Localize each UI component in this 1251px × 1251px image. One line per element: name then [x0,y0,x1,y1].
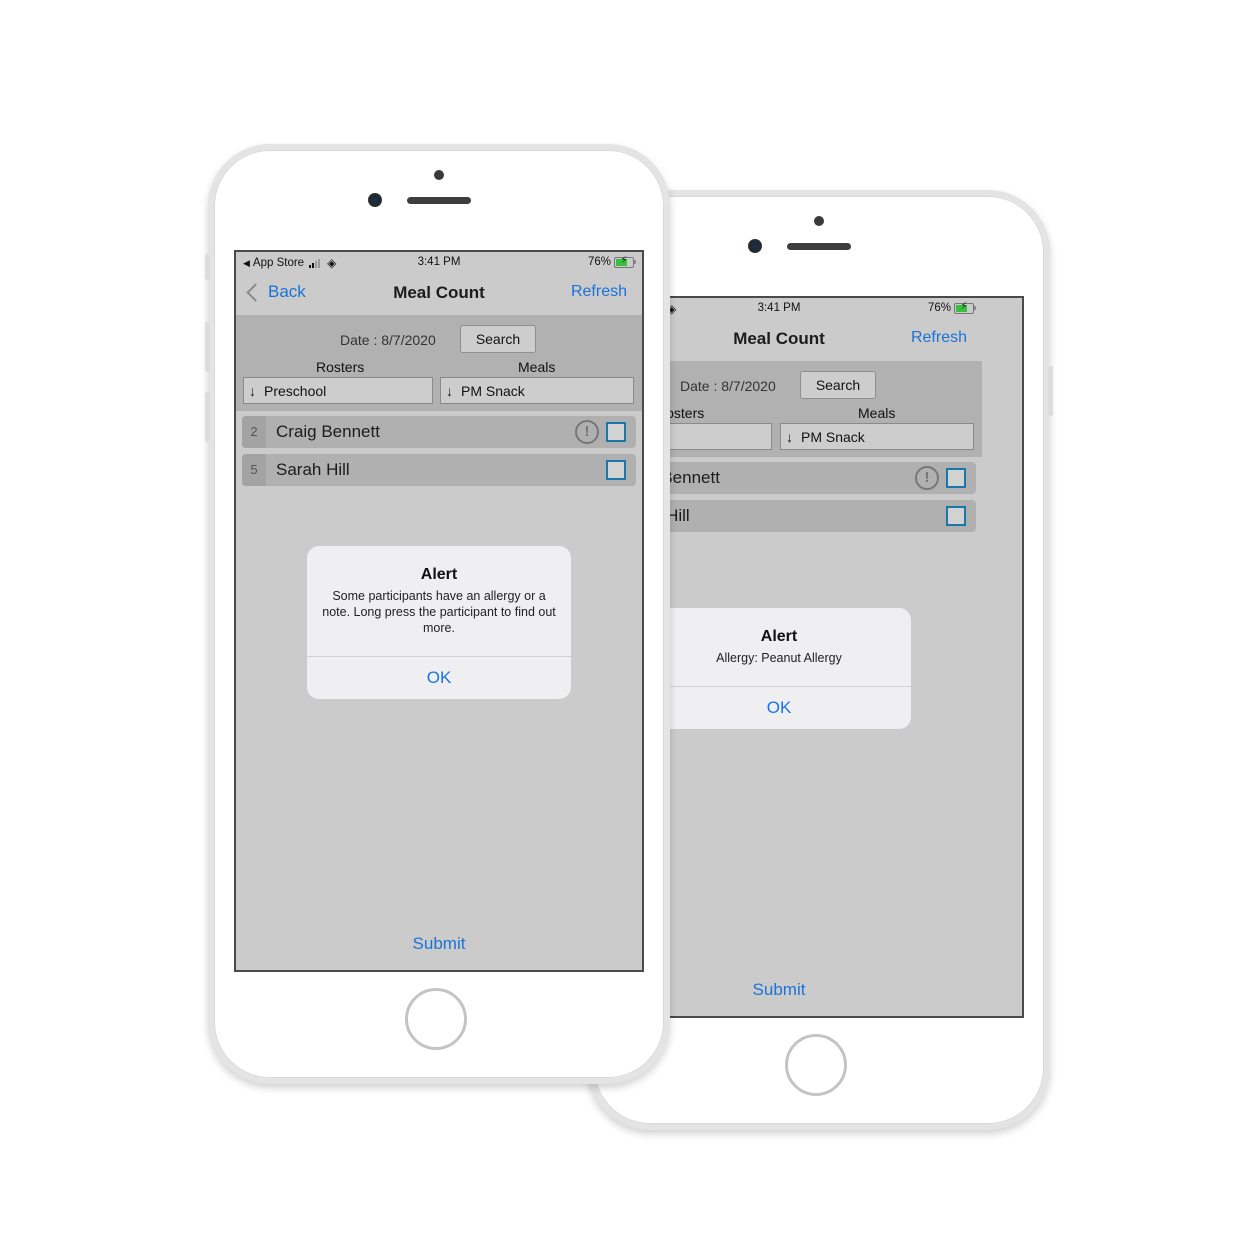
alert-title: Alert [760,628,798,645]
search-button[interactable]: Search [800,371,876,399]
app-screen: ◀ App Store ◈ 3:41 PM 76% ⚡ Back Meal Co… [234,250,644,972]
date-label: Date : 8/7/2020 [680,378,776,394]
mute-switch [205,254,210,280]
arrow-down-icon: ↓ [786,429,793,445]
alert-dialog: Alert Some participants have an allergy … [307,546,571,699]
participant-number: 2 [242,416,266,448]
alert-icon[interactable]: ! [575,420,599,444]
proximity-sensor [434,170,444,180]
meals-dropdown[interactable]: ↓ PM Snack [780,423,974,450]
status-time: 3:41 PM [417,256,461,268]
alert-title: Alert [420,566,458,583]
meals-label: Meals [858,405,896,421]
filter-panel: Date : 8/7/2020 Search Rosters Meals ↓Pr… [236,315,642,411]
battery-percent: 76% [587,256,611,268]
battery-charging-icon: ⚡ [614,255,636,268]
phone-front: ◀ App Store ◈ 3:41 PM 76% ⚡ Back Meal Co… [205,144,670,1084]
attendance-checkbox[interactable] [946,506,966,526]
meals-label: Meals [518,359,556,375]
status-bar: ◀ App Store ◈ 3:41 PM 76% ⚡ [236,252,642,274]
participant-row[interactable]: 2 Craig Bennett ! [242,416,636,448]
alert-dialog: Alert Allergy: Peanut Allergy OK [647,608,911,729]
search-button[interactable]: Search [460,325,536,353]
participant-row[interactable]: 5 Sarah Hill [242,454,636,486]
proximity-sensor [814,216,824,226]
earpiece-speaker [407,197,471,204]
participant-number: 5 [242,454,266,486]
alert-icon[interactable]: ! [915,466,939,490]
battery-charging-icon: ⚡ [954,301,976,314]
front-camera [368,193,382,207]
alert-ok-button[interactable]: OK [647,687,911,729]
navigation-bar: Back Meal Count Refresh [236,274,642,315]
arrow-down-icon: ↓ [446,383,453,399]
attendance-checkbox[interactable] [606,460,626,480]
alert-message: Some participants have an allergy or a n… [322,589,556,635]
date-label: Date : 8/7/2020 [340,332,436,348]
volume-down-button [205,392,210,442]
participant-name: Craig Bennett [276,422,380,441]
power-button [1048,366,1053,416]
home-button[interactable] [785,1034,847,1096]
earpiece-speaker [787,243,851,250]
refresh-button[interactable]: Refresh [571,283,627,301]
front-camera [748,239,762,253]
alert-ok-button[interactable]: OK [307,657,571,699]
alert-message: Allergy: Peanut Allergy [716,651,842,665]
refresh-button[interactable]: Refresh [911,329,967,347]
attendance-checkbox[interactable] [606,422,626,442]
submit-button[interactable]: Submit [236,934,642,954]
attendance-checkbox[interactable] [946,468,966,488]
battery-percent: 76% [927,302,951,314]
app-screen: ◀ App Store ◈ 3:41 PM 76% ⚡ Back Meal Co… [614,296,1024,1018]
rosters-dropdown[interactable]: ↓Preschool [243,377,433,404]
arrow-down-icon: ↓ [249,383,256,399]
home-button[interactable] [405,988,467,1050]
rosters-label: Rosters [316,359,365,375]
participant-name: Sarah Hill [276,460,350,479]
meals-dropdown[interactable]: ↓ PM Snack [440,377,634,404]
volume-up-button [205,322,210,372]
